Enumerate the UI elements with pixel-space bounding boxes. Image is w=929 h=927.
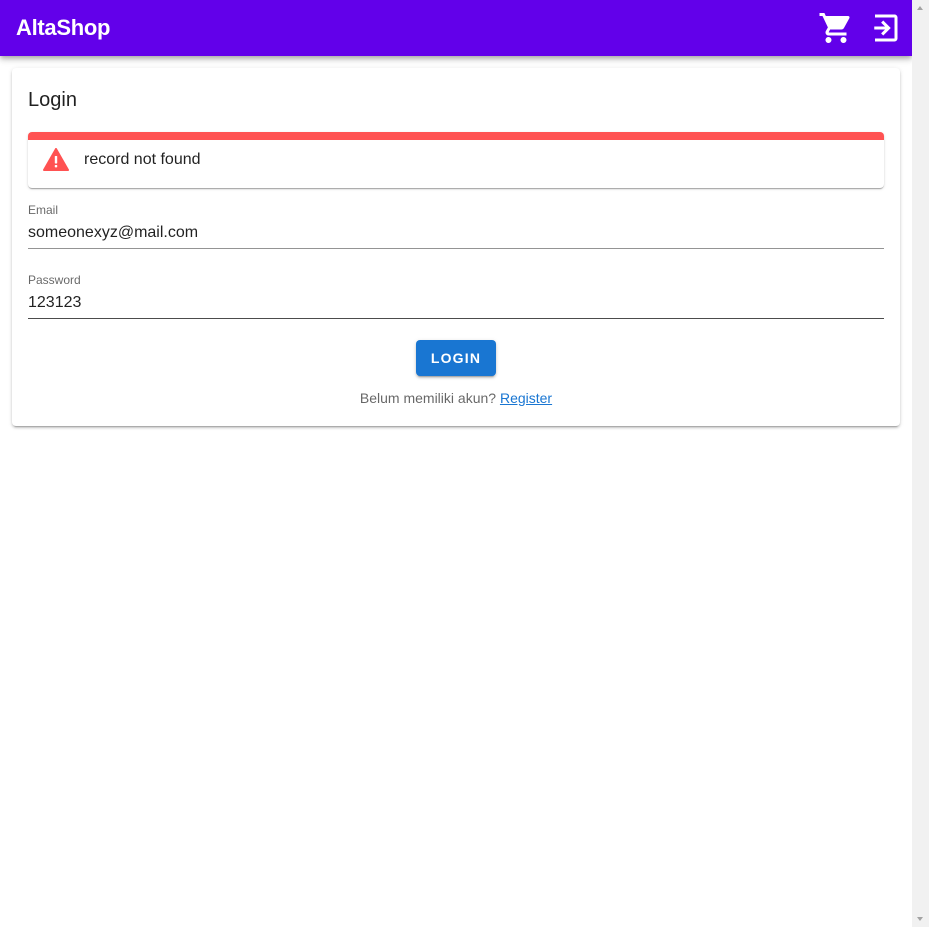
- scroll-down-arrow-icon[interactable]: [912, 910, 929, 927]
- email-underline: [28, 248, 884, 249]
- register-link[interactable]: Register: [500, 390, 552, 406]
- login-nav-button[interactable]: [866, 10, 902, 46]
- email-field: Email: [28, 202, 884, 249]
- email-input[interactable]: [28, 222, 884, 244]
- password-label: Password: [28, 273, 81, 287]
- alert-message: record not found: [84, 151, 201, 168]
- cart-icon: [819, 13, 850, 43]
- error-alert: record not found: [28, 132, 884, 188]
- register-prompt: Belum memiliki akun?: [359, 390, 497, 406]
- vertical-scrollbar[interactable]: [912, 0, 929, 927]
- login-card: Login record not found Email Password LO…: [12, 68, 900, 426]
- register-prompt-line: Belum memiliki akun? Register: [12, 389, 900, 407]
- cart-button[interactable]: [818, 10, 854, 46]
- app-bar: AltaShop: [0, 0, 912, 56]
- login-button[interactable]: LOGIN: [416, 340, 496, 376]
- alert-top-border: [28, 132, 884, 140]
- password-underline: [28, 318, 884, 319]
- card-title: Login: [28, 89, 77, 111]
- password-input[interactable]: [28, 292, 884, 314]
- warning-icon: [43, 148, 69, 171]
- login-icon: [870, 14, 898, 42]
- password-field: Password: [28, 272, 884, 319]
- page: AltaShop Login record not found Email so…: [0, 0, 912, 927]
- email-label: Email: [28, 203, 59, 217]
- app-title: AltaShop: [16, 15, 111, 40]
- scroll-up-arrow-icon[interactable]: [912, 0, 929, 17]
